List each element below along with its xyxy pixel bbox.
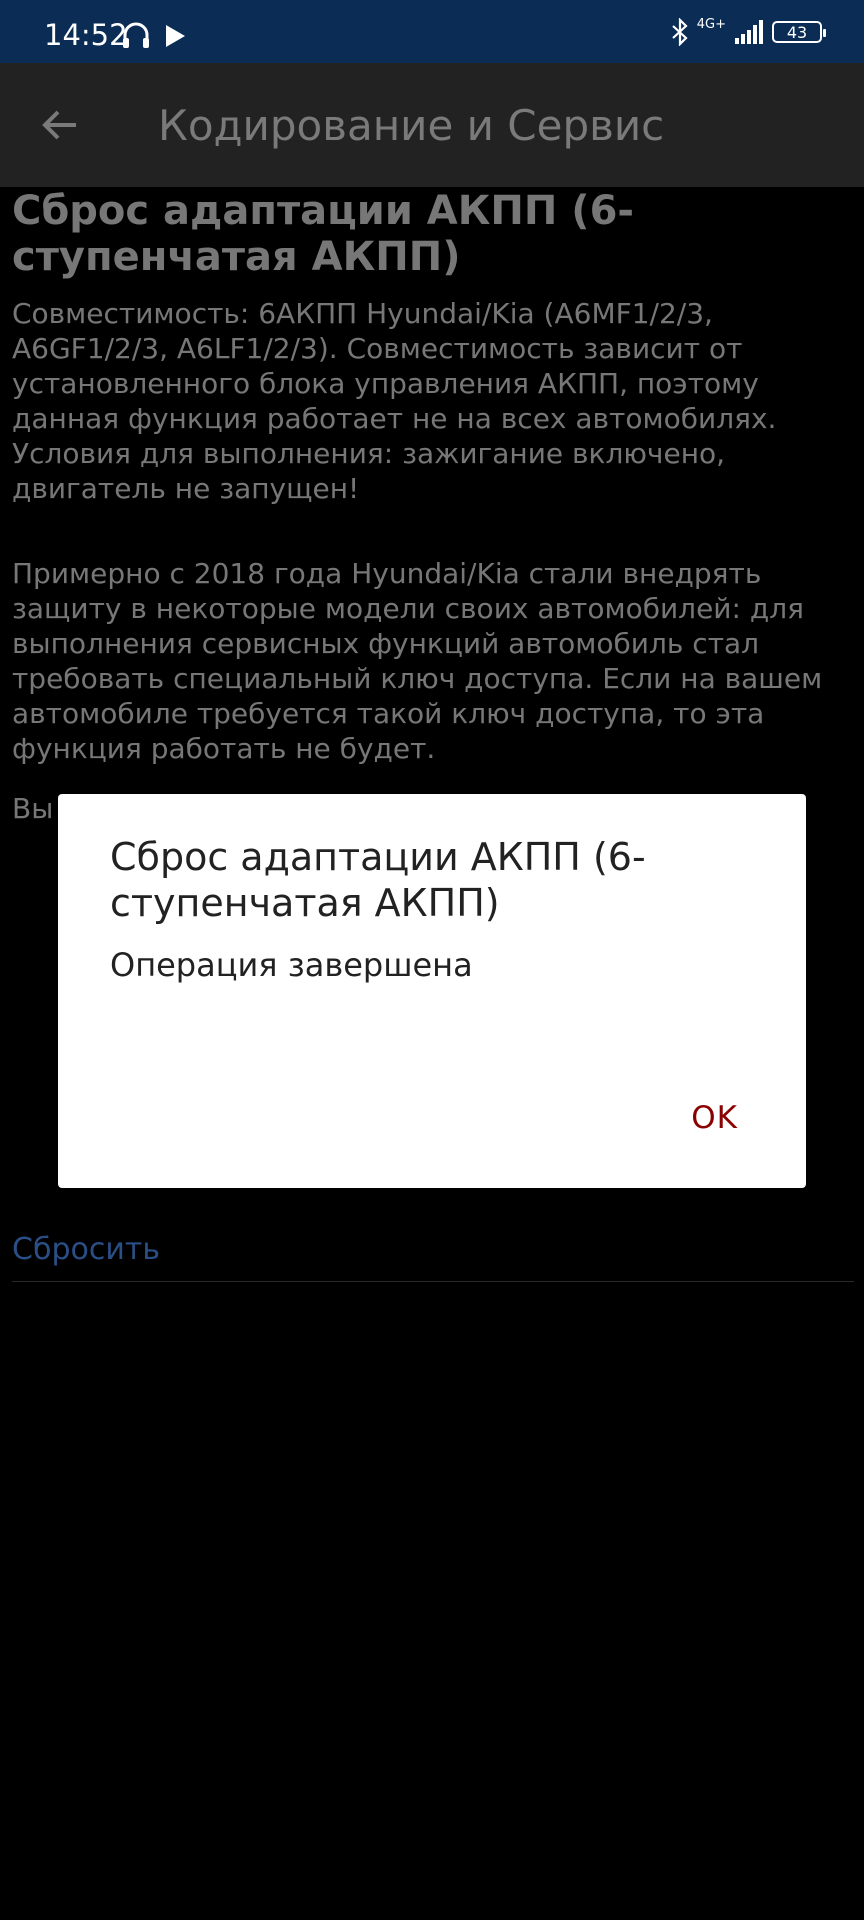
page-heading: Сброс адаптации АКПП (6-ступенчатая АКПП…: [12, 188, 635, 280]
protection-text: Примерно с 2018 года Hyundai/Kia стали в…: [12, 557, 823, 765]
partial-text: Вы: [12, 792, 54, 825]
app-bar: Кодирование и Сервис: [0, 63, 864, 187]
network-type: 4G+: [696, 16, 726, 32]
headset-icon: [123, 22, 149, 48]
bluetooth-icon: [672, 18, 688, 46]
battery-level: 43: [786, 22, 808, 42]
signal-icon: [735, 20, 763, 44]
battery-icon: 43: [772, 21, 826, 43]
dialog-title: Сброс адаптации АКПП (6-ступенчатая АКПП…: [110, 835, 646, 925]
app-bar-title: Кодирование и Сервис: [158, 101, 665, 150]
reset-button[interactable]: Сбросить: [12, 1232, 160, 1267]
status-time: 14:52: [44, 18, 128, 52]
status-icons: 4G+ 43: [671, 16, 826, 46]
divider: [12, 1281, 854, 1282]
dialog-message: Операция завершена: [110, 946, 473, 984]
compatibility-text: Совместимость: 6АКПП Hyundai/Kia (A6MF1/…: [12, 297, 777, 505]
result-dialog: Сброс адаптации АКПП (6-ступенчатая АКПП…: [58, 794, 806, 1188]
ok-button[interactable]: OK: [691, 1100, 738, 1136]
content: Сброс адаптации АКПП (6-ступенчатая АКПП…: [12, 188, 842, 766]
arrow-left-icon[interactable]: [36, 101, 84, 149]
play-icon: [166, 25, 185, 47]
status-bar: 14:52 4G+ 43: [0, 0, 864, 63]
